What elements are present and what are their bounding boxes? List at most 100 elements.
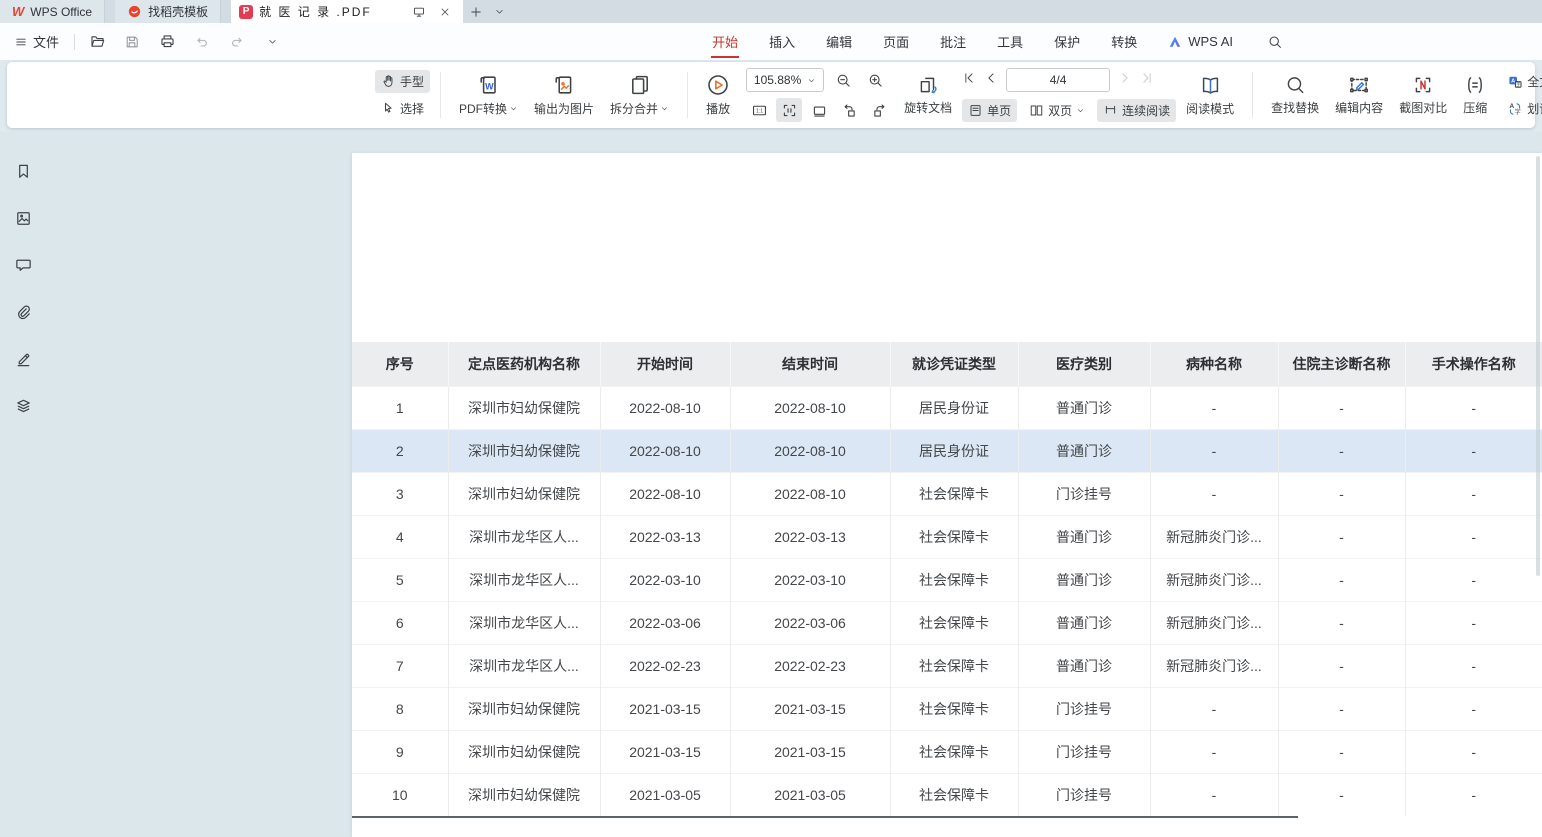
table-cell: 2022-08-10: [600, 429, 730, 472]
document-area: 序号定点医药机构名称开始时间结束时间就诊凭证类型医疗类别病种名称住院主诊断名称手…: [0, 132, 1542, 837]
file-menu-button[interactable]: 文件: [8, 29, 65, 54]
select-tool-label: 选择: [400, 100, 424, 117]
menu-home[interactable]: 开始: [711, 26, 739, 57]
table-cell: -: [1405, 515, 1542, 558]
table-cell: 6: [352, 601, 448, 644]
first-page-icon[interactable]: [962, 71, 976, 90]
export-image-icon: [552, 73, 576, 97]
tab-list-chevron-icon[interactable]: [489, 0, 509, 23]
menu-items: 开始 插入 编辑 页面 批注 工具 保护 转换 WPS AI: [711, 26, 1288, 57]
zoom-out-icon[interactable]: [830, 68, 856, 92]
hand-icon: [381, 74, 396, 89]
tab-wps-office[interactable]: W WPS Office: [0, 0, 105, 23]
search-icon[interactable]: [1262, 30, 1288, 54]
rotate-document-button[interactable]: 旋转文档: [896, 74, 960, 116]
table-cell: -: [1405, 601, 1542, 644]
table-cell: 4: [352, 515, 448, 558]
present-to-screen-icon[interactable]: [409, 0, 429, 23]
menu-wps-ai[interactable]: WPS AI: [1167, 34, 1233, 50]
vertical-scrollbar[interactable]: [1536, 156, 1540, 576]
pdf-convert-label: PDF转换: [459, 100, 507, 117]
chevron-down-icon: [1076, 106, 1085, 115]
quick-access-chevron-icon[interactable]: [259, 30, 285, 54]
menu-tools[interactable]: 工具: [996, 26, 1024, 57]
full-translation-button[interactable]: A 字 全文翻译: [1501, 70, 1542, 93]
menu-convert[interactable]: 转换: [1110, 26, 1138, 57]
fit-page-icon[interactable]: [806, 98, 832, 122]
table-cell: 深圳市妇幼保健院: [448, 429, 600, 472]
bookmark-icon[interactable]: [9, 158, 37, 184]
tab-document[interactable]: P 就 医 记 录 .PDF: [231, 0, 463, 23]
table-row[interactable]: 1深圳市妇幼保健院2022-08-102022-08-10居民身份证普通门诊--…: [352, 386, 1542, 429]
split-merge-label: 拆分合并: [610, 100, 658, 117]
table-cell: 2021-03-05: [600, 773, 730, 816]
compress-button[interactable]: 压缩: [1455, 74, 1495, 116]
print-icon[interactable]: [154, 30, 180, 54]
tab-bar: W WPS Office 找稻壳模板 P 就 医 记 录 .PDF: [0, 0, 1542, 23]
zoom-in-icon[interactable]: [862, 68, 888, 92]
new-tab-icon[interactable]: [463, 0, 489, 23]
svg-text:W: W: [485, 81, 494, 91]
menu-protect[interactable]: 保护: [1053, 26, 1081, 57]
close-tab-icon[interactable]: [435, 0, 455, 23]
table-cell: 社会保障卡: [890, 601, 1018, 644]
annotate-icon[interactable]: [9, 346, 37, 372]
toolbar-band: 手型 选择 W PDF转换 输出为图片: [0, 60, 1542, 132]
table-row[interactable]: 7深圳市龙华区人...2022-02-232022-02-23社会保障卡普通门诊…: [352, 644, 1542, 687]
table-cell: 2022-03-13: [600, 515, 730, 558]
table-row[interactable]: 4深圳市龙华区人...2022-03-132022-03-13社会保障卡普通门诊…: [352, 515, 1542, 558]
redo-icon[interactable]: [224, 30, 250, 54]
table-cell: 2022-03-13: [730, 515, 890, 558]
read-mode-button[interactable]: 阅读模式: [1178, 74, 1242, 117]
layers-icon[interactable]: [9, 393, 37, 419]
table-cell: 社会保障卡: [890, 687, 1018, 730]
table-row[interactable]: 5深圳市龙华区人...2022-03-102022-03-10社会保障卡普通门诊…: [352, 558, 1542, 601]
undo-icon[interactable]: [189, 30, 215, 54]
table-row[interactable]: 8深圳市妇幼保健院2021-03-152021-03-15社会保障卡门诊挂号--…: [352, 687, 1542, 730]
screenshot-compare-button[interactable]: 截图对比: [1391, 74, 1455, 116]
open-file-icon[interactable]: [84, 30, 110, 54]
word-translation-button[interactable]: A 字 划词翻译: [1501, 97, 1542, 120]
page-number-input[interactable]: 4/4: [1006, 68, 1110, 92]
menu-page[interactable]: 页面: [882, 26, 910, 57]
next-page-icon[interactable]: [1118, 71, 1132, 90]
single-page-button[interactable]: 单页: [962, 99, 1017, 122]
rotate-right-icon[interactable]: [866, 98, 892, 122]
edit-content-button[interactable]: 编辑内容: [1327, 74, 1391, 116]
wps-ai-icon: [1167, 34, 1183, 50]
table-cell: 2: [352, 429, 448, 472]
menu-edit[interactable]: 编辑: [825, 26, 853, 57]
hand-tool-button[interactable]: 手型: [375, 70, 430, 93]
table-row[interactable]: 10深圳市妇幼保健院2021-03-052021-03-05社会保障卡门诊挂号-…: [352, 773, 1542, 816]
play-button[interactable]: 播放: [698, 73, 738, 117]
table-cell: 2021-03-05: [730, 773, 890, 816]
split-merge-button[interactable]: 拆分合并: [602, 73, 677, 117]
table-row[interactable]: 2深圳市妇幼保健院2022-08-102022-08-10居民身份证普通门诊--…: [352, 429, 1542, 472]
pdf-convert-button[interactable]: W PDF转换: [451, 73, 526, 117]
table-cell: 深圳市妇幼保健院: [448, 773, 600, 816]
attachment-icon[interactable]: [9, 299, 37, 325]
thumbnail-icon[interactable]: [9, 205, 37, 231]
menu-insert[interactable]: 插入: [768, 26, 796, 57]
export-image-button[interactable]: 输出为图片: [526, 73, 602, 117]
table-row[interactable]: 6深圳市龙华区人...2022-03-062022-03-06社会保障卡普通门诊…: [352, 601, 1542, 644]
double-page-label: 双页: [1048, 102, 1072, 119]
zoom-level-select[interactable]: 105.88%: [746, 68, 824, 92]
double-page-button[interactable]: 双页: [1023, 99, 1091, 122]
menu-comment[interactable]: 批注: [939, 26, 967, 57]
divider: [440, 72, 441, 118]
actual-size-icon[interactable]: 1:1: [746, 98, 772, 122]
comment-icon[interactable]: [9, 252, 37, 278]
save-icon[interactable]: [119, 30, 145, 54]
last-page-icon[interactable]: [1140, 71, 1154, 90]
find-replace-button[interactable]: 查找替换: [1263, 74, 1327, 116]
previous-page-icon[interactable]: [984, 71, 998, 90]
select-tool-button[interactable]: 选择: [375, 97, 430, 120]
wps-ai-label: WPS AI: [1188, 34, 1233, 49]
table-row[interactable]: 3深圳市妇幼保健院2022-08-102022-08-10社会保障卡门诊挂号--…: [352, 472, 1542, 515]
rotate-left-icon[interactable]: [836, 98, 862, 122]
continuous-reading-button[interactable]: 连续阅读: [1097, 99, 1176, 122]
table-row[interactable]: 9深圳市妇幼保健院2021-03-152021-03-15社会保障卡门诊挂号--…: [352, 730, 1542, 773]
fit-width-icon[interactable]: [776, 98, 802, 122]
tab-docer-template[interactable]: 找稻壳模板: [115, 0, 221, 23]
